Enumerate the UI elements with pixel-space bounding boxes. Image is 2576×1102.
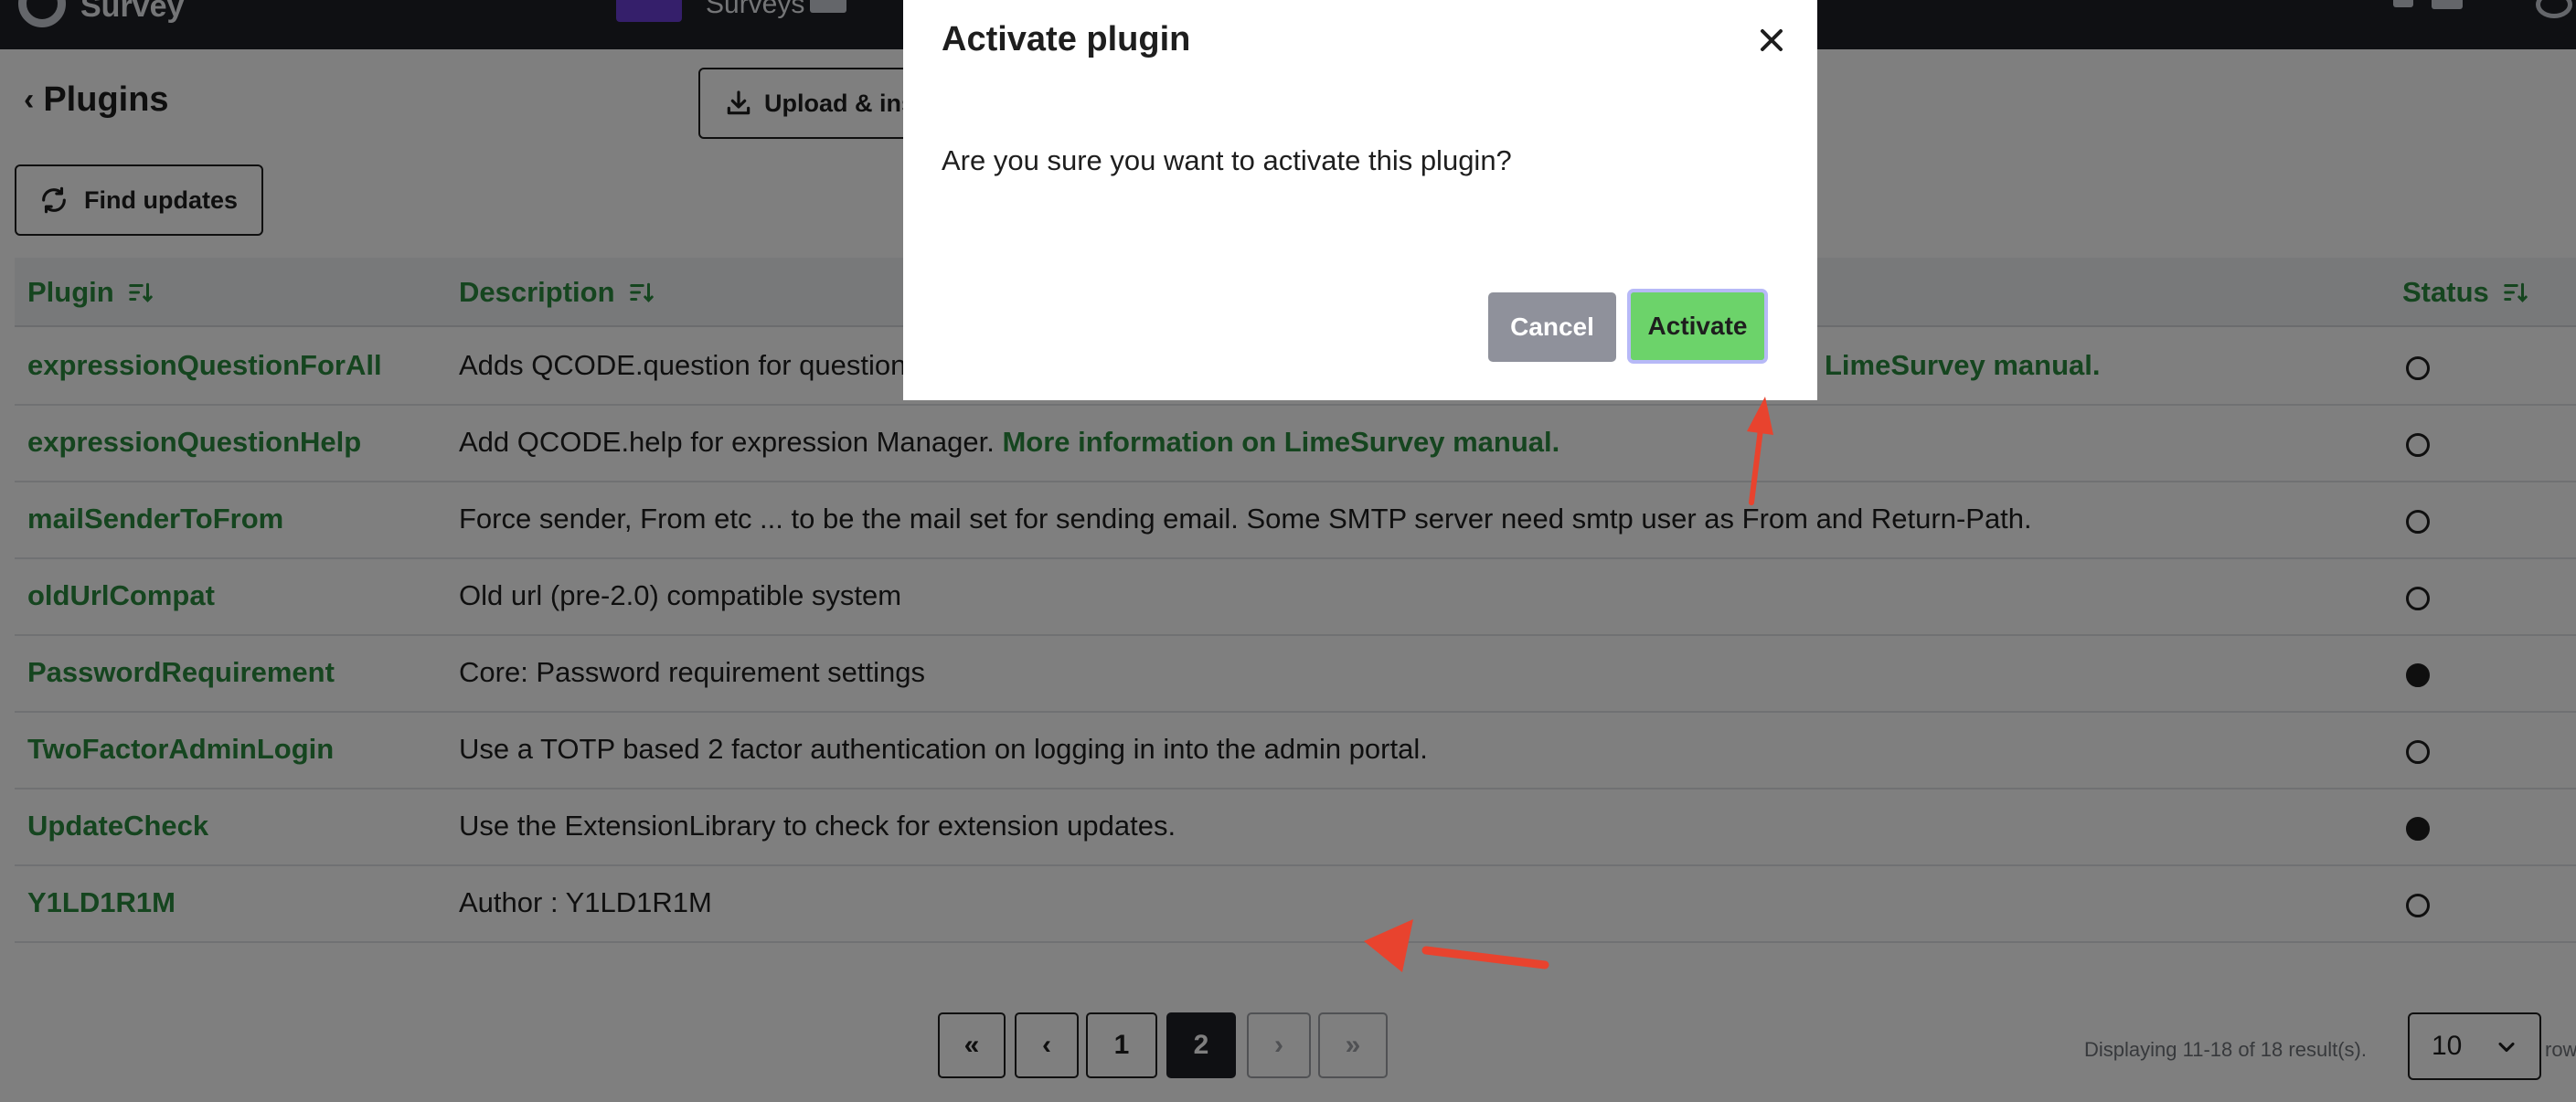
modal-message: Are you sure you want to activate this p…	[942, 144, 1512, 176]
activate-plugin-modal: Activate plugin Are you sure you want to…	[903, 0, 1817, 400]
activate-button[interactable]: Activate	[1627, 289, 1768, 364]
cancel-button[interactable]: Cancel	[1488, 292, 1616, 362]
modal-title: Activate plugin	[942, 20, 1191, 58]
close-icon[interactable]	[1753, 22, 1790, 58]
